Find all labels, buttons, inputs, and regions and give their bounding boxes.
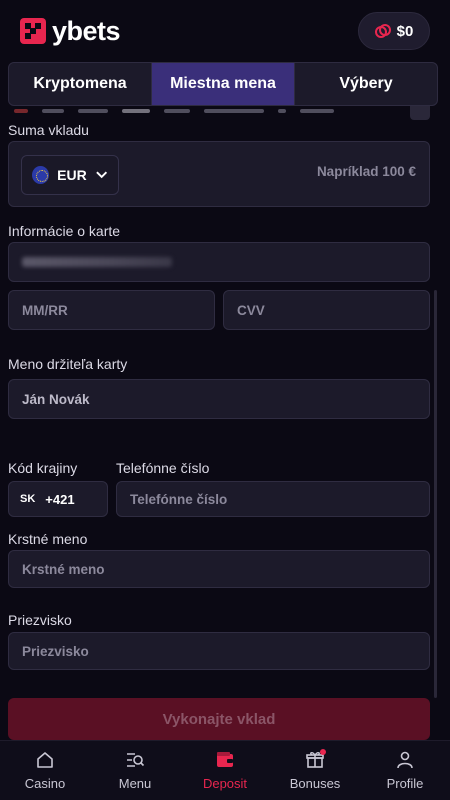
user-icon bbox=[397, 751, 413, 769]
chevron-down-icon bbox=[95, 171, 107, 179]
tab-crypto[interactable]: Kryptomena bbox=[9, 63, 152, 105]
country-code-label: Kód krajiny bbox=[8, 460, 78, 476]
country-iso: SK bbox=[20, 493, 36, 505]
payment-methods-more[interactable] bbox=[410, 106, 430, 120]
bonus-badge-dot bbox=[320, 749, 326, 755]
tab-local-currency[interactable]: Miestna mena bbox=[152, 63, 295, 105]
nav-profile[interactable]: Profile bbox=[360, 741, 450, 800]
card-number-masked bbox=[22, 257, 172, 267]
app-header: ybets $0 bbox=[0, 0, 450, 62]
card-number-field[interactable] bbox=[8, 242, 430, 282]
first-name-label: Krstné meno bbox=[8, 531, 88, 547]
amount-box[interactable]: EUR Napríklad 100 € bbox=[8, 141, 430, 207]
card-holder-field[interactable]: Ján Novák bbox=[8, 379, 430, 419]
currency-value: EUR bbox=[57, 167, 87, 183]
payment-methods-strip bbox=[8, 106, 430, 118]
nav-menu-label: Menu bbox=[118, 776, 152, 791]
country-code-select[interactable]: SK +421 bbox=[8, 481, 108, 517]
nav-bonuses[interactable]: Bonuses bbox=[270, 741, 360, 800]
submit-deposit-button[interactable]: Vykonajte vklad bbox=[8, 698, 430, 740]
last-name-field[interactable]: Priezvisko bbox=[8, 632, 430, 670]
payment-tabs: Kryptomena Miestna mena Výbery bbox=[8, 62, 438, 106]
card-info-label: Informácie o karte bbox=[8, 223, 121, 239]
expiry-field[interactable]: MM/RR bbox=[8, 290, 215, 330]
eu-flag-icon bbox=[32, 166, 50, 184]
first-name-field[interactable]: Krstné meno bbox=[8, 550, 430, 588]
nav-deposit[interactable]: Deposit bbox=[180, 741, 270, 800]
amount-input[interactable]: Napríklad 100 € bbox=[317, 164, 416, 179]
balance-amount: $0 bbox=[396, 22, 414, 40]
home-icon bbox=[37, 752, 53, 768]
tab-withdrawals[interactable]: Výbery bbox=[295, 63, 437, 105]
last-name-label: Priezvisko bbox=[8, 612, 72, 628]
cvv-field[interactable]: CVV bbox=[223, 290, 430, 330]
nav-profile-label: Profile bbox=[386, 776, 424, 791]
holder-label: Meno držiteľa karty bbox=[8, 356, 128, 372]
nav-menu[interactable]: Menu bbox=[90, 741, 180, 800]
nav-bonuses-label: Bonuses bbox=[289, 776, 341, 791]
logo[interactable]: ybets bbox=[20, 15, 121, 47]
currency-select[interactable]: EUR bbox=[21, 155, 119, 195]
amount-label: Suma vkladu bbox=[8, 122, 89, 138]
logo-text: ybets bbox=[52, 15, 121, 46]
country-prefix: +421 bbox=[45, 491, 75, 507]
phone-field[interactable]: Telefónne číslo bbox=[116, 481, 430, 517]
balance-button[interactable]: $0 bbox=[358, 12, 430, 50]
bottom-nav: Casino Menu Deposit Bonuses Profile bbox=[0, 740, 450, 800]
logo-mark-icon bbox=[20, 18, 46, 44]
menu-search-icon bbox=[127, 753, 145, 767]
wallet-icon bbox=[217, 752, 233, 767]
scrollbar[interactable] bbox=[434, 290, 437, 698]
nav-casino-label: Casino bbox=[24, 776, 66, 791]
phone-label: Telefónne číslo bbox=[116, 460, 210, 476]
nav-deposit-label: Deposit bbox=[202, 776, 248, 791]
coins-icon bbox=[374, 24, 391, 38]
nav-casino[interactable]: Casino bbox=[0, 741, 90, 800]
